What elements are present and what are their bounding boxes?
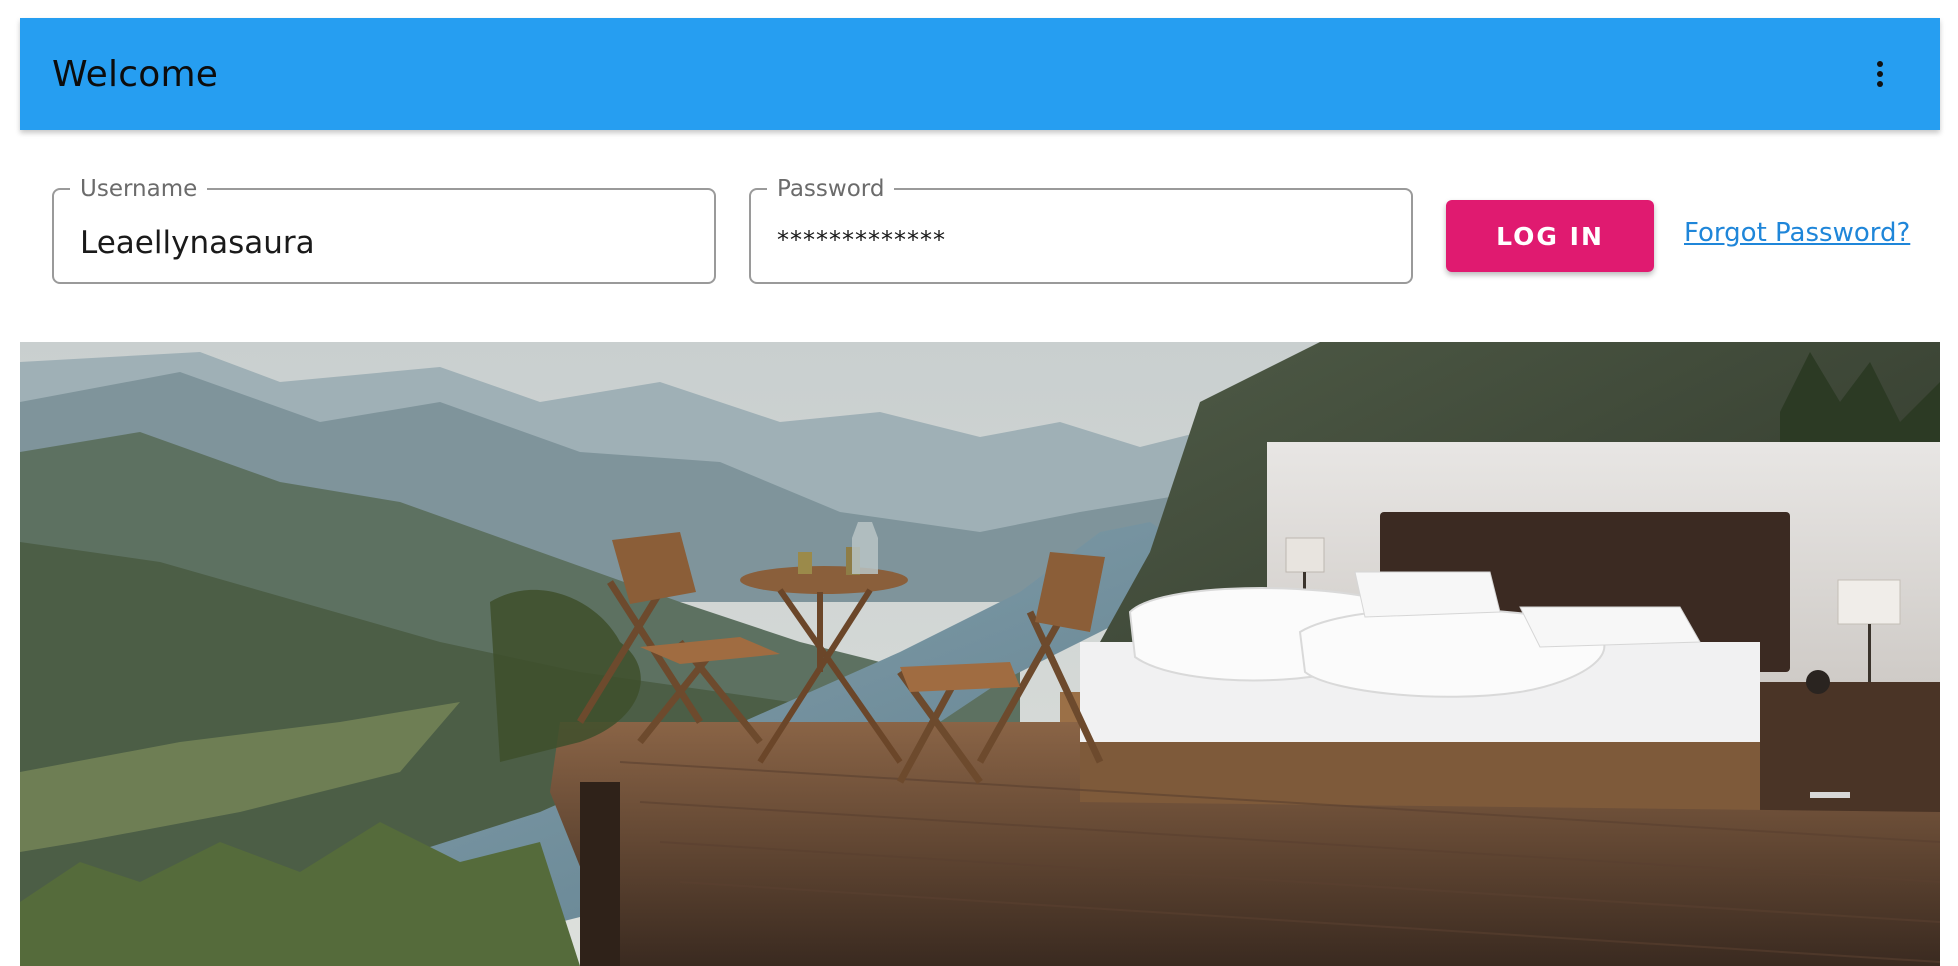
menu-dot [1877,71,1883,77]
mountain-bed-scene [20,342,1940,966]
hero-image [20,342,1940,966]
username-field-container: Username [52,175,716,284]
password-input[interactable] [751,190,1411,282]
more-vert-icon[interactable] [1852,46,1908,102]
login-form: Username Password LOG IN Forgot Password… [52,175,1932,286]
page-title: Welcome [52,53,219,95]
login-page: Welcome Username Password LOG IN Forgot … [0,0,1958,966]
login-button[interactable]: LOG IN [1446,200,1654,272]
app-bar: Welcome [20,18,1940,130]
username-input[interactable] [54,190,714,282]
password-field-container: Password [749,175,1413,284]
forgot-password-link[interactable]: Forgot Password? [1684,218,1910,248]
menu-dot [1877,61,1883,67]
menu-dot [1877,81,1883,87]
